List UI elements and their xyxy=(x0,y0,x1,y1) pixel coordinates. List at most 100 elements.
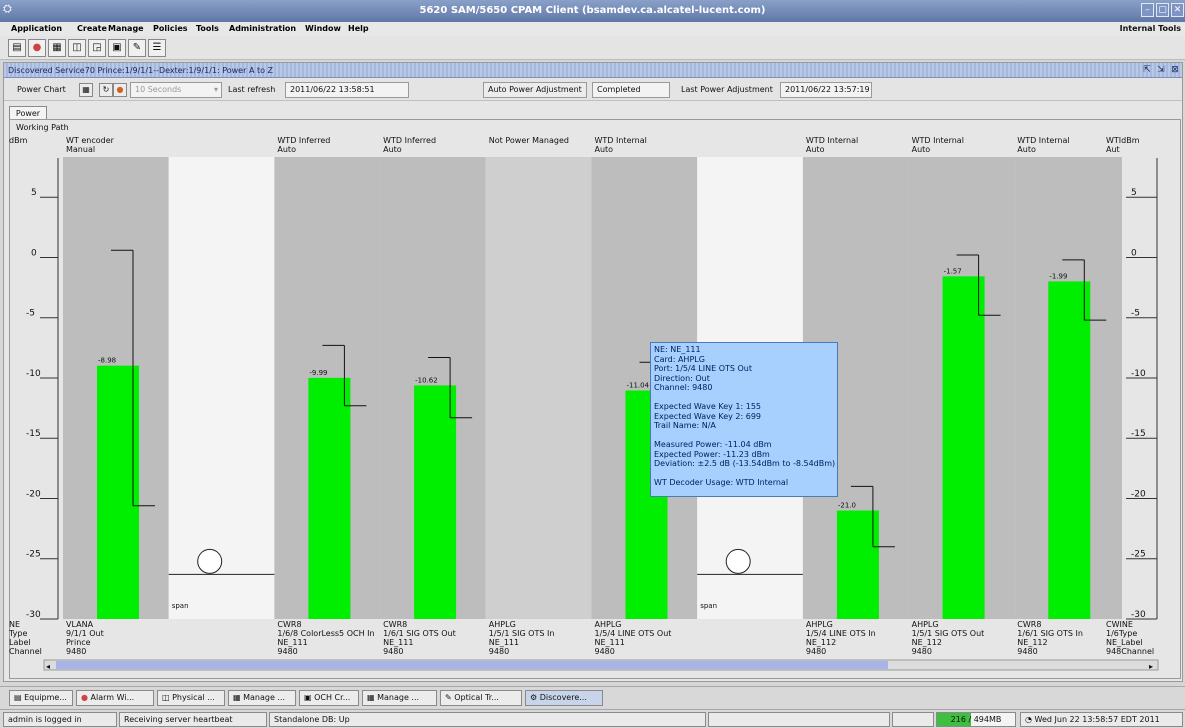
menu-window[interactable]: Window xyxy=(305,23,341,35)
managed-object-icon[interactable]: ◫ xyxy=(68,39,86,57)
right-row-label: 1/6Type xyxy=(1106,629,1137,638)
task-label: Physical ... xyxy=(172,693,215,702)
bar-value-label: -1.99 xyxy=(1049,272,1067,280)
tooltip-line xyxy=(654,393,834,403)
power-chart: dBm 5 5 0 0 -5 -5 -10 -10 -15 -15 -20 -20 -25 -25 -30 -3… xyxy=(8,136,1159,671)
column-row-value: AHPLG xyxy=(806,620,833,629)
alarm-icon: ● xyxy=(81,693,91,702)
column-row-value: NE_111 xyxy=(277,638,307,647)
column-row-value: 9480 xyxy=(383,647,403,656)
power-bar xyxy=(414,385,457,619)
column-header: WTD Internal xyxy=(912,136,964,145)
window-taskbar: ▤ Equipme... ● Alarm Wi... ◫ Physical ..… xyxy=(0,686,1185,708)
equipment-icon[interactable]: ▤ xyxy=(8,39,26,57)
column-header: WTD Internal xyxy=(595,136,647,145)
optical-trail-icon[interactable]: ✎ xyxy=(128,39,146,57)
column-row-value: 9480 xyxy=(66,647,86,656)
menu-help[interactable]: Help xyxy=(348,23,369,35)
memory-gauge[interactable]: 216 / 494MB xyxy=(936,712,1016,727)
y-tick-label-left: -30 xyxy=(26,610,41,620)
task-equipment[interactable]: ▤ Equipme... xyxy=(9,690,73,706)
bar-value-label: -21.0 xyxy=(838,502,856,510)
menu-manage[interactable]: Manage xyxy=(108,23,144,35)
task-physical[interactable]: ◫ Physical ... xyxy=(157,690,225,706)
tooltip-line: Direction: Out xyxy=(654,373,710,383)
menu-application[interactable]: Application xyxy=(11,23,62,35)
heartbeat-status: Receiving server heartbeat xyxy=(119,712,267,727)
column-row-value: 9480 xyxy=(1017,647,1037,656)
task-label: Alarm Wi... xyxy=(90,693,135,702)
menu-create[interactable]: Create xyxy=(77,23,107,35)
tooltip-line: Expected Power: -11.23 dBm xyxy=(654,449,770,459)
tooltip-line: Channel: 9480 xyxy=(654,383,713,392)
manage-icon[interactable]: ▣ xyxy=(108,39,126,57)
power-tooltip: NE: NE_111 Card: AHPLG Port: 1/5/4 LINE OT… xyxy=(650,342,838,497)
y-axis-label: dBm xyxy=(9,136,28,145)
y-tick-label-right: -25 xyxy=(1131,550,1146,560)
column-row-value: 9480 xyxy=(912,647,932,656)
menu-policies[interactable]: Policies xyxy=(153,23,188,35)
datetime-value: Wed Jun 22 13:58:57 EDT 2011 xyxy=(1034,715,1160,724)
column-row-value: NE_111 xyxy=(383,638,413,647)
column-row-value: 9480 xyxy=(806,647,826,656)
y-tick-label-right: 0 xyxy=(1131,248,1137,258)
y-tick-label-right: -30 xyxy=(1131,610,1146,620)
column-header: WTD Internal xyxy=(1017,136,1069,145)
power-chart-window: Discovered Service70 Prince:1/9/1/1--Dex… xyxy=(3,62,1183,682)
column-sub: Auto xyxy=(806,145,825,154)
task-label: Equipme... xyxy=(24,693,67,702)
task-optical-trail[interactable]: ✎ Optical Tr... xyxy=(440,690,522,706)
app-icon[interactable]: ⛭ xyxy=(3,3,15,15)
physical-topology-icon: ◫ xyxy=(162,693,173,702)
tooltip-line xyxy=(654,431,834,441)
task-manage-1[interactable]: ▦ Manage ... xyxy=(228,690,296,706)
minimize-icon[interactable]: – xyxy=(1141,3,1154,17)
db-status: Standalone DB: Up xyxy=(269,712,706,727)
row-label: Label xyxy=(9,638,31,647)
tooltip-line xyxy=(654,469,834,479)
column-row-value: VLANA xyxy=(66,620,94,629)
physical-topology-icon[interactable]: ▦ xyxy=(48,39,66,57)
column-header: WT encoder xyxy=(66,136,115,145)
window-title: 5620 SAM/5650 CPAM Client (bsamdev.ca.al… xyxy=(419,5,766,16)
manage-icon: ▦ xyxy=(367,693,378,702)
tooltip-line: Expected Wave Key 1: 155 xyxy=(654,402,762,411)
column-sub: Auto xyxy=(383,145,402,154)
tooltip-line: WT Decoder Usage: WTD Internal xyxy=(654,478,789,487)
alarm-icon[interactable]: ● xyxy=(28,39,46,57)
column-row-value: 1/5/4 LINE OTS In xyxy=(806,629,876,638)
column-header: Not Power Managed xyxy=(489,136,569,145)
scroll-left-icon: ◂ xyxy=(46,662,50,671)
task-och-create[interactable]: ▣ OCH Cr... xyxy=(299,690,359,706)
column-header: WTD Inferred xyxy=(383,136,436,145)
y-tick-label-left: -20 xyxy=(26,489,41,499)
och-icon[interactable]: ◲ xyxy=(88,39,106,57)
column-row-value: 9480 xyxy=(277,647,297,656)
close-icon[interactable]: ✕ xyxy=(1171,3,1184,17)
column-row-value: NE_112 xyxy=(806,638,836,647)
task-manage-2[interactable]: ▦ Manage ... xyxy=(362,690,437,706)
task-alarm-window[interactable]: ● Alarm Wi... xyxy=(76,690,154,706)
tooltip-line: Measured Power: -11.04 dBm xyxy=(654,440,772,449)
tooltip-line: Trail Name: N/A xyxy=(654,421,716,430)
column-row-value: Prince xyxy=(66,638,91,647)
menu-tools[interactable]: Tools xyxy=(196,23,219,35)
menu-administration[interactable]: Administration xyxy=(229,23,296,35)
power-bar xyxy=(308,377,351,619)
list-icon[interactable]: ☰ xyxy=(148,39,166,57)
tooltip-line: Expected Wave Key 2: 699 xyxy=(654,411,762,421)
column-row-value: 9480 xyxy=(595,647,615,656)
task-discovered-service[interactable]: ⚙ Discovere... xyxy=(525,690,603,706)
maximize-icon[interactable]: ▢ xyxy=(1156,3,1169,17)
column-row-value: NE_111 xyxy=(489,638,519,647)
tooltip-line: NE: NE_111 xyxy=(654,345,701,354)
main-toolbar: ▤ ● ▦ ◫ ◲ ▣ ✎ ☰ xyxy=(0,36,1185,60)
power-bar xyxy=(942,276,985,619)
bar-value-label: -11.04 xyxy=(627,382,650,390)
task-label: Discovere... xyxy=(539,693,587,702)
y-tick-label-right: -10 xyxy=(1131,369,1146,379)
y-tick-label-right: 5 xyxy=(1131,188,1137,198)
column-background xyxy=(485,157,592,619)
internal-tools-label[interactable]: Internal Tools xyxy=(1120,23,1181,35)
column-sub: Auto xyxy=(595,145,614,154)
